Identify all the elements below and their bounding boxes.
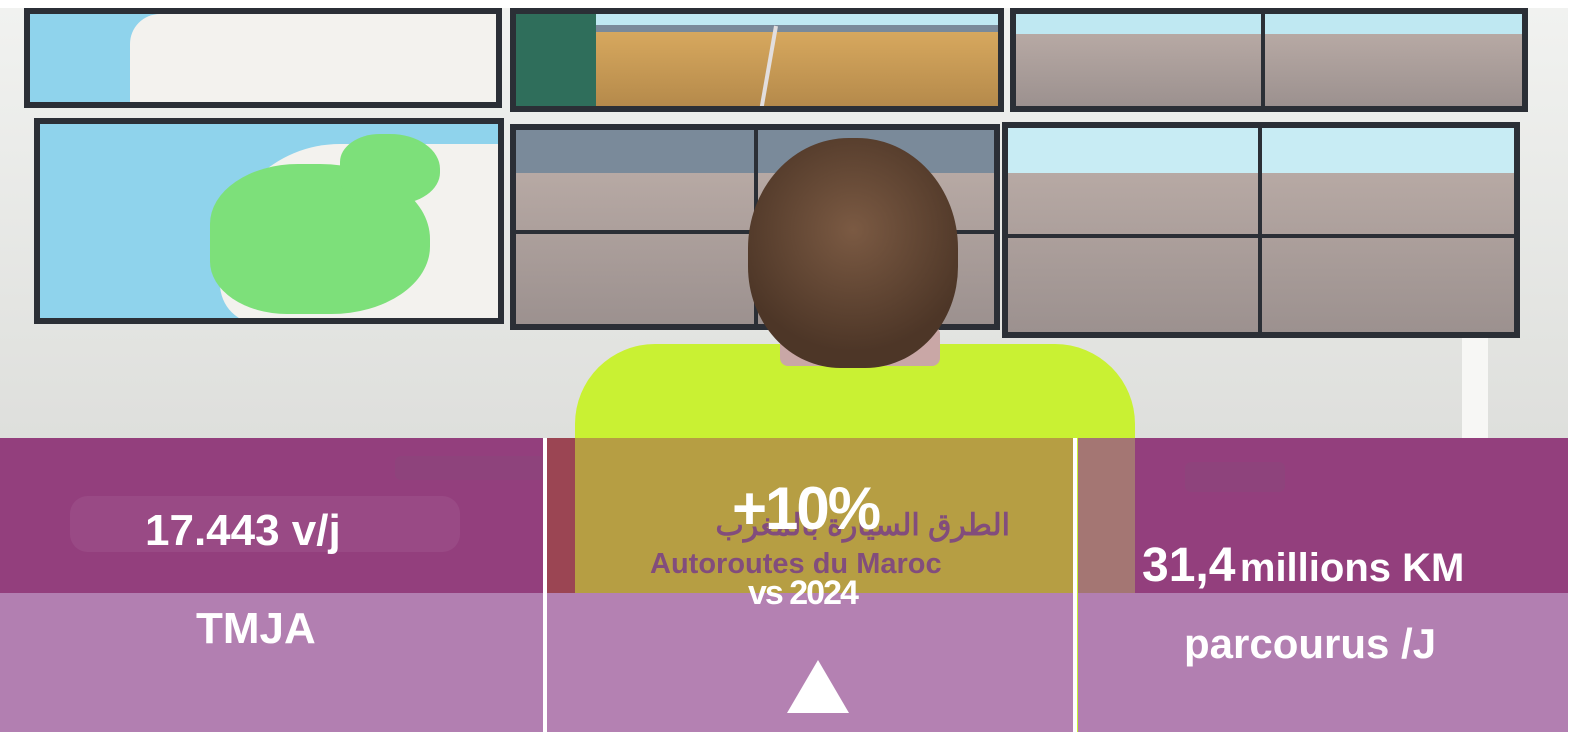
- monitor-map-top: [24, 8, 502, 108]
- stat-tmja-value: 17.443 v/j: [145, 506, 341, 555]
- hero-banner: الطرق السيارة بالمغرب Autoroutes du Maro…: [0, 8, 1568, 732]
- stat-tmja-label: TMJA: [196, 604, 316, 653]
- stat-distance-label: parcourus /J: [1184, 620, 1437, 667]
- stat-growth-sublabel: vs 2024: [748, 574, 859, 612]
- stat-growth-value: +10%: [732, 475, 881, 542]
- up-triangle-icon: [787, 660, 849, 713]
- panel-separator-right: [1073, 438, 1077, 732]
- monitor-map-main: [34, 118, 504, 324]
- monitor-camera-bridge: [510, 8, 1004, 112]
- monitor-camera-highway-top: [1010, 8, 1528, 112]
- stat-panel-tmja: [0, 438, 543, 732]
- panel-separator-left: [543, 438, 547, 732]
- monitor-camera-grid-right: [1002, 122, 1520, 338]
- stat-distance-unit: millions KM: [1239, 546, 1465, 590]
- stat-distance-number: 31,4: [1142, 539, 1236, 592]
- operator-head: [748, 138, 958, 368]
- stat-distance-value: 31,4 millions KM: [1142, 538, 1464, 593]
